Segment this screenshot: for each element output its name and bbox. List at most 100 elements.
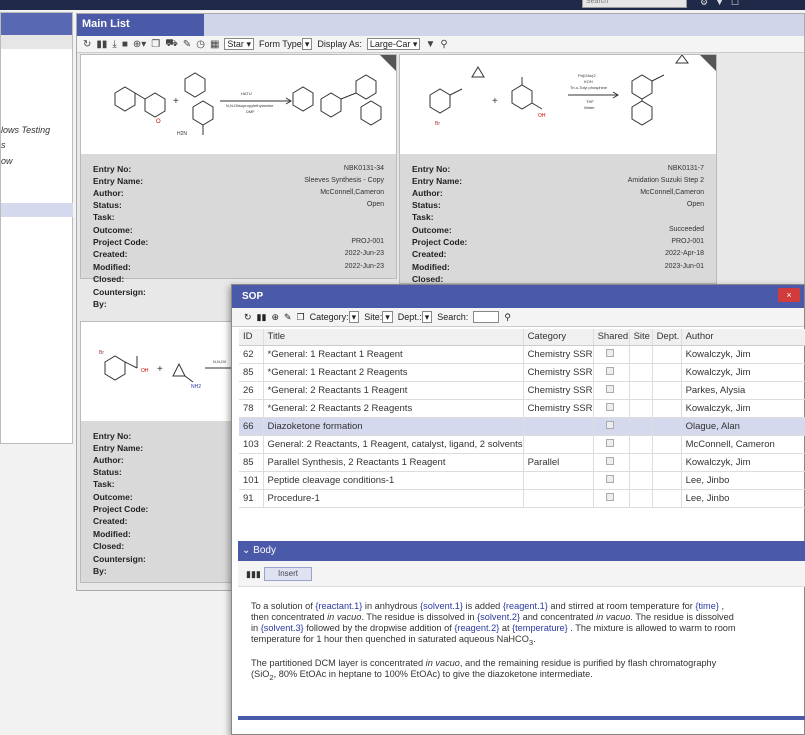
- table-row[interactable]: 101 Peptide cleavage conditions-1 Lee, Jin…: [239, 471, 805, 490]
- edit-icon[interactable]: ✎: [183, 39, 191, 50]
- display-as-label: Display As:: [317, 39, 362, 49]
- shared-checkbox[interactable]: [605, 492, 614, 501]
- field-row: Task:: [93, 212, 115, 222]
- refresh-icon[interactable]: ↻: [83, 39, 91, 50]
- shared-checkbox[interactable]: [605, 402, 614, 411]
- history-icon[interactable]: ◷: [196, 39, 205, 50]
- left-item-3[interactable]: ow: [1, 156, 13, 166]
- col-id[interactable]: ID: [239, 329, 264, 346]
- folder-icon[interactable]: ■: [122, 39, 128, 50]
- category-select[interactable]: Category: ▾: [310, 311, 360, 323]
- shared-checkbox[interactable]: [605, 420, 614, 429]
- close-button[interactable]: ×: [778, 288, 800, 302]
- field-row: Created: 2022-Jun-23: [93, 249, 384, 259]
- sop-table: ID Title Category Shared Site Dept. Auth…: [239, 329, 805, 508]
- reagent-below-1: KOH: [584, 79, 593, 84]
- col-title[interactable]: Title: [263, 329, 524, 346]
- reagent-below-3: THF: [586, 99, 594, 104]
- copy-icon[interactable]: ❐: [297, 312, 305, 323]
- reagent-above: Pd(OAc)2: [578, 73, 596, 78]
- columns-icon[interactable]: ▮▮: [257, 312, 267, 323]
- copy-icon[interactable]: ❐: [151, 39, 160, 50]
- col-author[interactable]: Author: [681, 329, 805, 346]
- shared-checkbox[interactable]: [605, 438, 614, 447]
- acid-oh: OH: [141, 368, 149, 374]
- shared-checkbox[interactable]: [605, 456, 614, 465]
- reagent-above: HATU: [241, 91, 252, 96]
- table-row[interactable]: 78 *General: 2 Reactants 2 Reagents Chemis…: [239, 399, 805, 418]
- field-row: Status: Open: [93, 200, 384, 210]
- star-filter-select[interactable]: Star ▾: [224, 38, 254, 50]
- shared-checkbox[interactable]: [605, 366, 614, 375]
- table-row-selected[interactable]: 66 Diazoketone formation Olague, Alan: [239, 417, 805, 436]
- table-row[interactable]: 85 *General: 1 Reactant 2 Reagents Chemist…: [239, 363, 805, 382]
- field-row: Outcome: Succeeded: [412, 225, 704, 235]
- bromo-label: Br: [99, 350, 104, 356]
- left-item-1[interactable]: lows Testing: [1, 125, 50, 135]
- download-icon[interactable]: ⤓: [112, 39, 116, 50]
- main-toolbar: ↻ ▮▮ ⤓ ■ ⊕▾ ❐ ⛟ ✎ ◷ ▦ Star ▾ Form Type ▾ …: [77, 36, 804, 53]
- col-site[interactable]: Site: [629, 329, 653, 346]
- field-row: Entry No: NBK0131-34: [93, 164, 384, 174]
- table-row[interactable]: 85 Parallel Synthesis, 2 Reactants 1 Reag…: [239, 453, 805, 472]
- add-icon[interactable]: ⊕: [271, 312, 279, 323]
- form-type-select[interactable]: Form Type ▾: [259, 38, 313, 50]
- search-label: Search:: [437, 312, 469, 322]
- table-row[interactable]: 26 *General: 2 Reactants 1 Reagent Chemist…: [239, 381, 805, 400]
- table-row[interactable]: 91 Procedure-1 Lee, Jinbo: [239, 489, 805, 508]
- amine-label: NH2: [191, 384, 201, 390]
- shared-checkbox[interactable]: [605, 384, 614, 393]
- top-icons[interactable]: ⚙▼☐: [700, 0, 746, 8]
- display-as-select[interactable]: Large-Car ▾: [366, 38, 421, 50]
- add-icon[interactable]: ⊕▾: [133, 39, 146, 50]
- dept-select[interactable]: Dept.: ▾: [398, 311, 433, 323]
- reagent-below-2: Tri-o-Tolyl phosphine: [570, 85, 608, 90]
- search-icon[interactable]: ⚲: [440, 39, 447, 50]
- edit-icon[interactable]: ✎: [284, 312, 292, 323]
- filter-icon[interactable]: ▼: [425, 39, 435, 50]
- left-panel-subheader: [1, 35, 72, 49]
- body-section-header[interactable]: ⌄ Body: [238, 541, 805, 561]
- field-row: Outcome:: [93, 225, 133, 235]
- field-row: Entry No: NBK0131-7: [412, 164, 704, 174]
- col-dept[interactable]: Dept.: [652, 329, 682, 346]
- col-shared[interactable]: Shared: [593, 329, 630, 346]
- reagent-below-4: Water: [584, 105, 595, 110]
- field-row: Created: 2022-Apr-18: [412, 249, 704, 259]
- entry-meta: Entry No: NBK0131-34 Entry Name: Sleeves S…: [81, 154, 396, 309]
- insert-button[interactable]: Insert: [264, 567, 312, 581]
- table-row[interactable]: 62 *General: 1 Reactant 1 Reagent Chemistr…: [239, 345, 805, 364]
- global-search-input[interactable]: Search: [582, 0, 687, 8]
- refresh-icon[interactable]: ↻: [244, 312, 252, 323]
- left-item-selected[interactable]: [1, 203, 73, 217]
- sop-dialog-title[interactable]: SOP: [232, 285, 804, 308]
- shared-checkbox[interactable]: [605, 348, 614, 357]
- field-row: Entry Name: Amidation Suzuki Step 2: [412, 176, 704, 186]
- body-text[interactable]: To a solution of {reactant.1} in anhydro…: [251, 601, 741, 683]
- main-list-tab[interactable]: Main List: [77, 14, 204, 36]
- save-icon[interactable]: ▦: [210, 39, 219, 50]
- columns-icon[interactable]: ▮▮: [96, 39, 107, 50]
- body-paragraph-2: The partitioned DCM layer is concentrate…: [251, 657, 717, 682]
- card-corner-flag: [380, 55, 396, 71]
- field-row: Project Code: PROJ-001: [93, 237, 384, 247]
- site-select[interactable]: Site: ▾: [364, 311, 393, 323]
- field-row: Modified: 2022-Jun-23: [93, 262, 384, 272]
- columns-icon[interactable]: ▮▮▮: [246, 569, 261, 580]
- sop-dialog: SOP × ↻ ▮▮ ⊕ ✎ ❐ Category: ▾ Site: ▾ Dept.…: [231, 284, 805, 735]
- search-input[interactable]: [473, 311, 500, 323]
- left-panel-header: [1, 13, 72, 35]
- carbonyl-o: O: [156, 119, 161, 125]
- entry-card[interactable]: Br + OH Pd(OAc)2 KOH Tri-o-Tolyl phosphi…: [399, 54, 717, 284]
- table-header: ID Title Category Shared Site Dept. Auth…: [239, 329, 805, 346]
- col-category[interactable]: Category: [523, 329, 594, 346]
- field-row: Author: McConnell,Cameron: [412, 188, 704, 198]
- table-row[interactable]: 103 General: 2 Reactants, 1 Reagent, cata…: [239, 435, 805, 454]
- cart-icon[interactable]: ⛟: [165, 38, 178, 51]
- bromo-label: Br: [435, 121, 440, 127]
- search-icon[interactable]: ⚲: [504, 312, 511, 323]
- shared-checkbox[interactable]: [605, 474, 614, 483]
- entry-card[interactable]: O + H2N HATU N,N-Diisopropylethylamine D…: [80, 54, 397, 309]
- sop-bottom-bar: [238, 716, 805, 720]
- left-item-2[interactable]: s: [1, 140, 6, 150]
